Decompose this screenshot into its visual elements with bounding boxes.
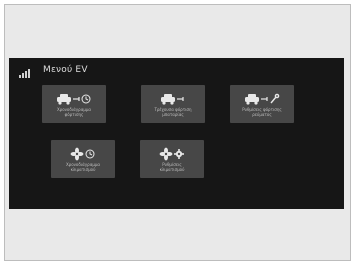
tile-label: Ρυθμίσεις φόρτισης ρεύματος [242,107,282,117]
tile-icon-group [141,92,205,106]
signal-icon [19,68,31,78]
battery-charge-button[interactable]: Τρέχουσα φόρτιση μπαταρίας [141,85,205,123]
ev-menu-screen: Μενού EV Χρονοδιάγραμμα φόρτισης Τρέχουσ… [9,58,344,209]
plug-icon [261,97,268,101]
clock-icon [85,149,95,159]
fan-icon [70,147,84,161]
wrench-icon [270,93,280,104]
car-icon [57,94,71,105]
page-title: Μενού EV [43,65,88,75]
clock-icon [81,94,91,104]
tile-icon-group [140,147,204,161]
charge-schedule-button[interactable]: Χρονοδιάγραμμα φόρτισης [42,85,106,123]
tile-icon-group [51,147,115,161]
tile-label: Ρυθμίσεις κλιματισμού [159,162,185,172]
fan-icon [159,147,173,161]
climate-settings-button[interactable]: Ρυθμίσεις κλιματισμού [140,140,204,178]
tile-label: Χρονοδιάγραμμα κλιματισμού [65,162,101,172]
tile-icon-group [230,92,294,106]
gear-icon [174,149,184,159]
plug-icon [73,97,80,101]
tile-label: Τρέχουσα φόρτιση μπαταρίας [154,107,192,117]
car-icon [161,94,175,105]
plug-icon [177,97,184,101]
tile-label: Χρονοδιάγραμμα φόρτισης [56,107,92,117]
car-icon [245,94,259,105]
climate-schedule-button[interactable]: Χρονοδιάγραμμα κλιματισμού [51,140,115,178]
tile-icon-group [42,92,106,106]
charge-settings-button[interactable]: Ρυθμίσεις φόρτισης ρεύματος [230,85,294,123]
